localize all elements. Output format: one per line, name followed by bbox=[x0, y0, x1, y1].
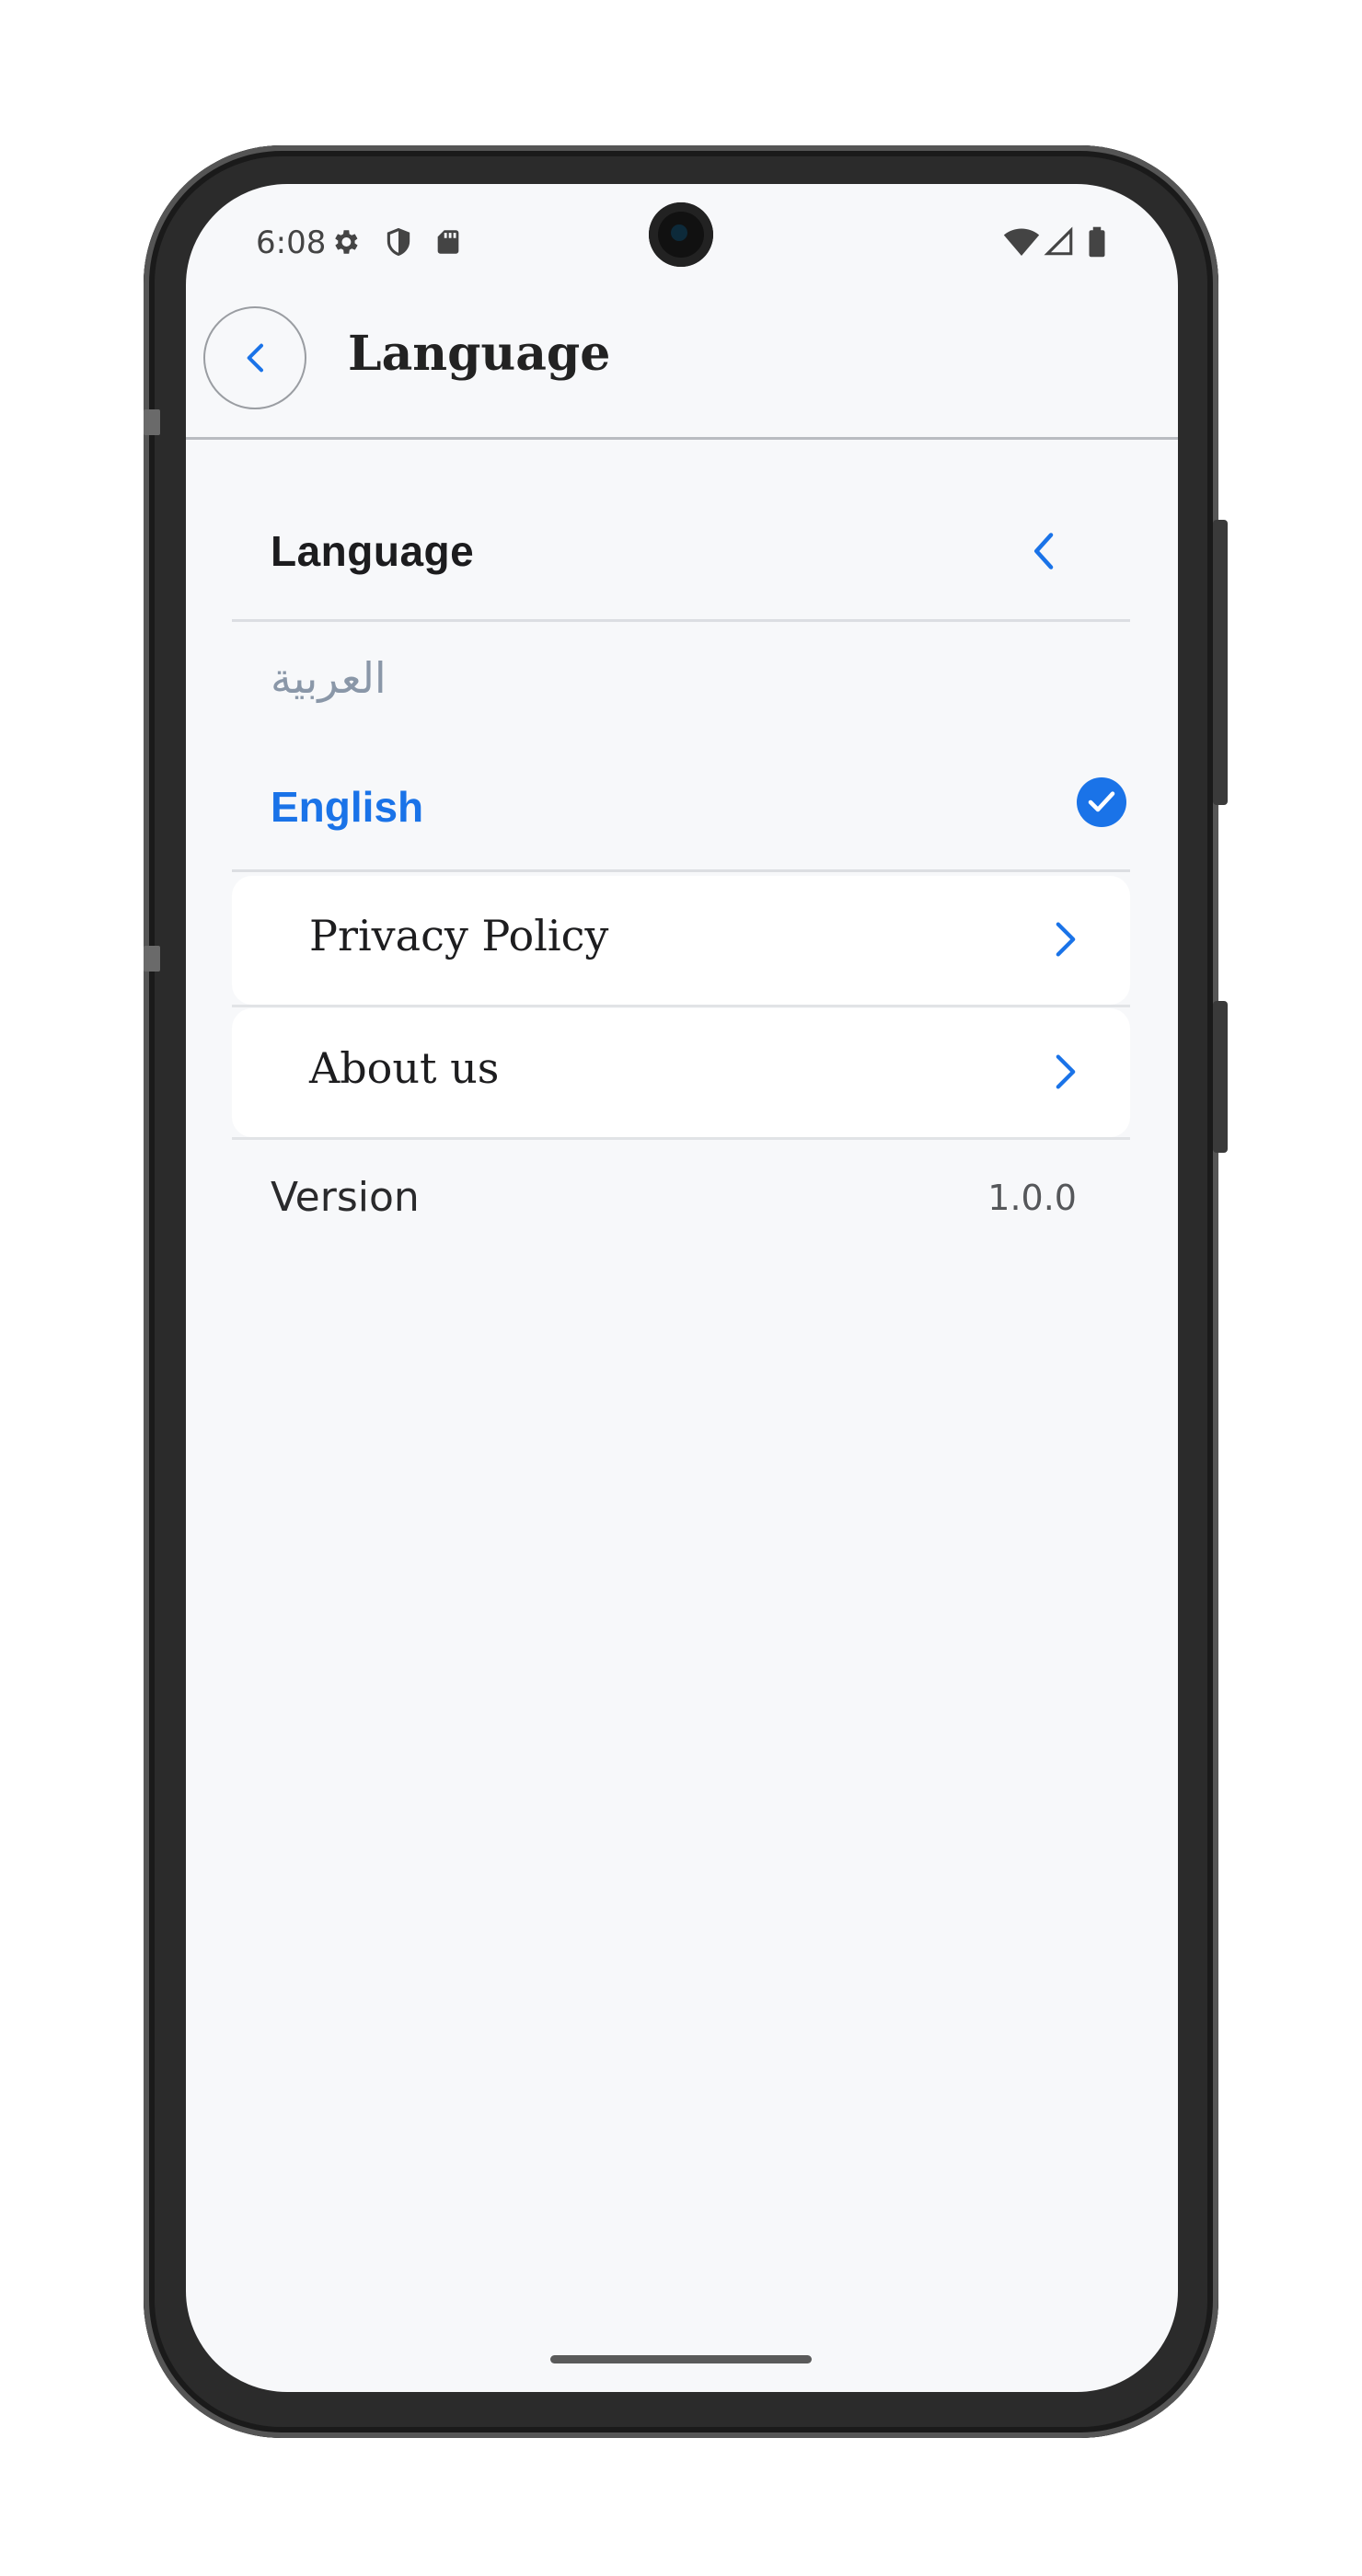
volume-button bbox=[1213, 1001, 1228, 1153]
version-row: Version 1.0.0 bbox=[232, 1148, 1130, 1249]
status-bar: 6:08 bbox=[186, 184, 1178, 304]
wifi-icon bbox=[1003, 226, 1040, 258]
power-button bbox=[1213, 520, 1228, 805]
status-time: 6:08 bbox=[256, 224, 327, 261]
chevron-right-icon bbox=[1056, 922, 1076, 957]
version-label: Version bbox=[271, 1174, 420, 1221]
shield-icon bbox=[383, 226, 414, 258]
sd-card-icon bbox=[433, 226, 464, 258]
language-option-arabic[interactable]: العربية bbox=[232, 626, 1130, 736]
menu-item-label: About us bbox=[309, 1043, 500, 1093]
language-option-label: العربية bbox=[271, 653, 387, 703]
about-us-item[interactable]: About us bbox=[232, 1008, 1130, 1137]
signal-icon bbox=[1044, 226, 1075, 258]
chevron-left-icon bbox=[1033, 533, 1054, 569]
menu-item-label: Privacy Policy bbox=[309, 911, 609, 960]
chevron-right-icon bbox=[1056, 1054, 1076, 1089]
battery-icon bbox=[1086, 226, 1108, 258]
chevron-left-icon bbox=[247, 343, 263, 373]
frame-mark bbox=[144, 409, 160, 435]
language-option-english[interactable]: English bbox=[232, 754, 1130, 872]
language-option-label: English bbox=[271, 783, 424, 831]
back-button[interactable] bbox=[203, 306, 306, 409]
divider bbox=[232, 1005, 1130, 1007]
page-title: Language bbox=[348, 326, 611, 382]
language-section-label: Language bbox=[271, 527, 475, 575]
checkmark-icon bbox=[1077, 777, 1126, 827]
divider bbox=[232, 1137, 1130, 1140]
gear-icon bbox=[329, 226, 361, 258]
language-section-header[interactable]: Language bbox=[232, 488, 1130, 622]
privacy-policy-item[interactable]: Privacy Policy bbox=[232, 876, 1130, 1005]
app-bar: Language bbox=[186, 304, 1178, 440]
frame-mark bbox=[144, 946, 160, 972]
front-camera bbox=[649, 202, 713, 267]
home-indicator[interactable] bbox=[550, 2355, 812, 2363]
screen: 6:08 Language Language العربية English P… bbox=[186, 184, 1178, 2392]
version-value: 1.0.0 bbox=[987, 1178, 1077, 1218]
